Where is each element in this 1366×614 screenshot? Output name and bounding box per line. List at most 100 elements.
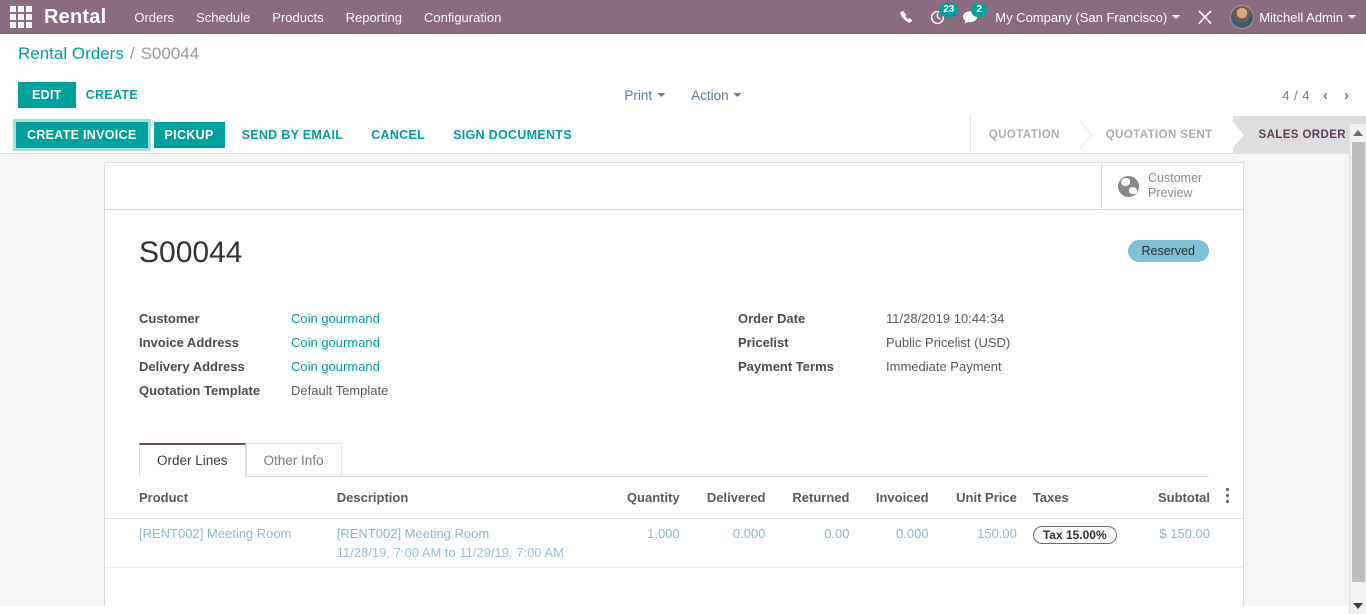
menu-item-reporting[interactable]: Reporting (346, 10, 402, 25)
cell-delivered[interactable]: 0.000 (687, 518, 774, 568)
pager-count: 4 / 4 (1282, 87, 1310, 103)
field-order-date: Order Date 11/28/2019 10:44:34 (738, 311, 1209, 335)
top-navbar: Rental Orders Schedule Products Reportin… (0, 0, 1366, 34)
breadcrumb-current: S00044 (140, 44, 200, 63)
create-button[interactable]: CREATE (76, 82, 148, 108)
field-value-delivery-address[interactable]: Coin gourmand (291, 359, 380, 374)
main-menu: Orders Schedule Products Reporting Confi… (134, 10, 501, 25)
scroll-up-arrow-icon[interactable] (1350, 124, 1366, 141)
phone-icon[interactable] (899, 10, 913, 24)
messages-count-badge: 2 (971, 2, 988, 17)
print-dropdown[interactable]: Print (618, 87, 671, 104)
field-invoice-address: Invoice Address Coin gourmand (139, 335, 674, 359)
column-header-returned[interactable]: Returned (773, 477, 858, 519)
column-header-taxes[interactable]: Taxes (1024, 477, 1140, 519)
cancel-button[interactable]: CANCEL (360, 122, 436, 148)
form-statusbar: CREATE INVOICE PICKUP SEND BY EMAIL CANC… (0, 116, 1366, 154)
edit-button[interactable]: EDIT (18, 82, 76, 108)
column-options-icon[interactable] (1218, 477, 1243, 519)
action-label: Action (691, 87, 729, 103)
cell-quantity[interactable]: 1.000 (608, 518, 688, 568)
form-sheet: Customer Preview S00044 Reserved Custome… (104, 162, 1244, 606)
sign-documents-button[interactable]: SIGN DOCUMENTS (442, 122, 583, 148)
breadcrumb: Rental Orders / S00044 (0, 34, 1366, 74)
sheet-body: S00044 Reserved Customer Coin gourmand I… (105, 210, 1243, 568)
field-pricelist: Pricelist Public Pricelist (USD) (738, 335, 1209, 359)
field-label-pricelist: Pricelist (738, 335, 789, 350)
cell-unit-price[interactable]: 150.00 (936, 518, 1025, 568)
menu-item-configuration[interactable]: Configuration (424, 10, 501, 25)
column-header-description[interactable]: Description (328, 477, 609, 519)
menu-item-orders[interactable]: Orders (134, 10, 174, 25)
stage-quotation-sent[interactable]: QUOTATION SENT (1079, 116, 1245, 153)
cell-returned[interactable]: 0.00 (773, 518, 858, 568)
stage-sales-order[interactable]: SALES ORDER (1232, 116, 1366, 153)
chat-bubble-icon[interactable]: 2 (962, 2, 988, 25)
activity-count-badge: 23 (939, 2, 959, 17)
field-value-invoice-address[interactable]: Coin gourmand (291, 335, 380, 350)
field-value-quotation-template: Default Template (291, 383, 389, 398)
field-label-delivery-address: Delivery Address (139, 359, 245, 374)
chevron-down-icon (1172, 15, 1181, 19)
customer-preview-button[interactable]: Customer Preview (1101, 163, 1243, 209)
tools-debug-icon[interactable] (1197, 9, 1213, 25)
vertical-scrollbar[interactable] (1349, 124, 1366, 614)
column-header-delivered[interactable]: Delivered (687, 477, 774, 519)
cell-product[interactable]: [RENT002] Meeting Room (105, 518, 329, 568)
record-pager: 4 / 4 ‹ › (1282, 87, 1352, 104)
cell-taxes[interactable]: Tax 15.00% (1024, 518, 1140, 568)
user-name: Mitchell Admin (1259, 9, 1343, 25)
table-body: [RENT002] Meeting Room [RENT002] Meeting… (105, 518, 1243, 568)
column-header-product[interactable]: Product (105, 477, 329, 519)
cell-description-main: [RENT002] Meeting Room (336, 526, 490, 541)
company-switcher[interactable]: My Company (San Francisco) (995, 9, 1181, 25)
create-invoice-button[interactable]: CREATE INVOICE (16, 121, 148, 148)
cell-subtotal: $ 150.00 (1139, 518, 1218, 568)
cell-row-options (1218, 518, 1243, 568)
table-row[interactable]: [RENT002] Meeting Room [RENT002] Meeting… (105, 518, 1243, 568)
chevron-down-icon (657, 93, 666, 97)
field-label-quotation-template: Quotation Template (139, 383, 261, 398)
control-panel: EDIT CREATE Print Action 4 / 4 ‹ › (0, 74, 1366, 116)
form-view-content: Customer Preview S00044 Reserved Custome… (0, 154, 1366, 606)
user-menu[interactable]: Mitchell Admin (1230, 5, 1356, 29)
field-value-customer[interactable]: Coin gourmand (291, 311, 380, 326)
column-header-invoiced[interactable]: Invoiced (857, 477, 937, 519)
cell-description[interactable]: [RENT002] Meeting Room 11/28/19, 7:00 AM… (328, 518, 609, 568)
fields-column-right: Order Date 11/28/2019 10:44:34 Pricelist… (674, 311, 1209, 407)
customer-preview-line1: Customer (1148, 171, 1203, 185)
chevron-right-icon[interactable]: › (1341, 87, 1352, 104)
stage-quotation[interactable]: QUOTATION (970, 116, 1092, 153)
company-name: My Company (San Francisco) (995, 9, 1168, 25)
field-value-pricelist: Public Pricelist (USD) (886, 335, 1011, 350)
stage-pipeline: QUOTATION QUOTATION SENT SALES ORDER (969, 116, 1366, 153)
chevron-left-icon[interactable]: ‹ (1320, 87, 1331, 104)
scrollbar-thumb[interactable] (1352, 142, 1365, 582)
navbar-right-tools: 23 2 My Company (San Francisco) Mitchell… (899, 0, 1356, 34)
field-label-invoice-address: Invoice Address (139, 335, 239, 350)
column-header-unit-price[interactable]: Unit Price (936, 477, 1025, 519)
column-options-dots (1226, 485, 1233, 506)
scroll-down-arrow-icon[interactable] (1350, 597, 1366, 614)
field-label-payment-terms: Payment Terms (738, 359, 834, 374)
column-header-subtotal[interactable]: Subtotal (1139, 477, 1218, 519)
clock-activity-icon[interactable]: 23 (930, 2, 959, 25)
menu-item-schedule[interactable]: Schedule (196, 10, 250, 25)
menu-item-products[interactable]: Products (272, 10, 323, 25)
customer-preview-line2: Preview (1148, 186, 1193, 200)
statusbar-buttons: CREATE INVOICE PICKUP SEND BY EMAIL CANC… (16, 116, 589, 153)
tab-order-lines[interactable]: Order Lines (139, 443, 246, 477)
action-dropdown[interactable]: Action (685, 87, 748, 104)
breadcrumb-root-link[interactable]: Rental Orders (18, 44, 124, 64)
apps-grid-icon[interactable] (8, 4, 34, 30)
chevron-down-icon (1348, 15, 1356, 19)
cell-invoiced[interactable]: 0.000 (857, 518, 937, 568)
tab-other-info[interactable]: Other Info (245, 443, 342, 477)
field-value-order-date: 11/28/2019 10:44:34 (886, 311, 1005, 326)
app-brand-rental[interactable]: Rental (44, 6, 106, 29)
column-header-quantity[interactable]: Quantity (608, 477, 688, 519)
pickup-button[interactable]: PICKUP (153, 121, 225, 148)
send-by-email-button[interactable]: SEND BY EMAIL (231, 122, 355, 148)
avatar (1230, 5, 1255, 29)
stat-button-box: Customer Preview (105, 163, 1243, 210)
